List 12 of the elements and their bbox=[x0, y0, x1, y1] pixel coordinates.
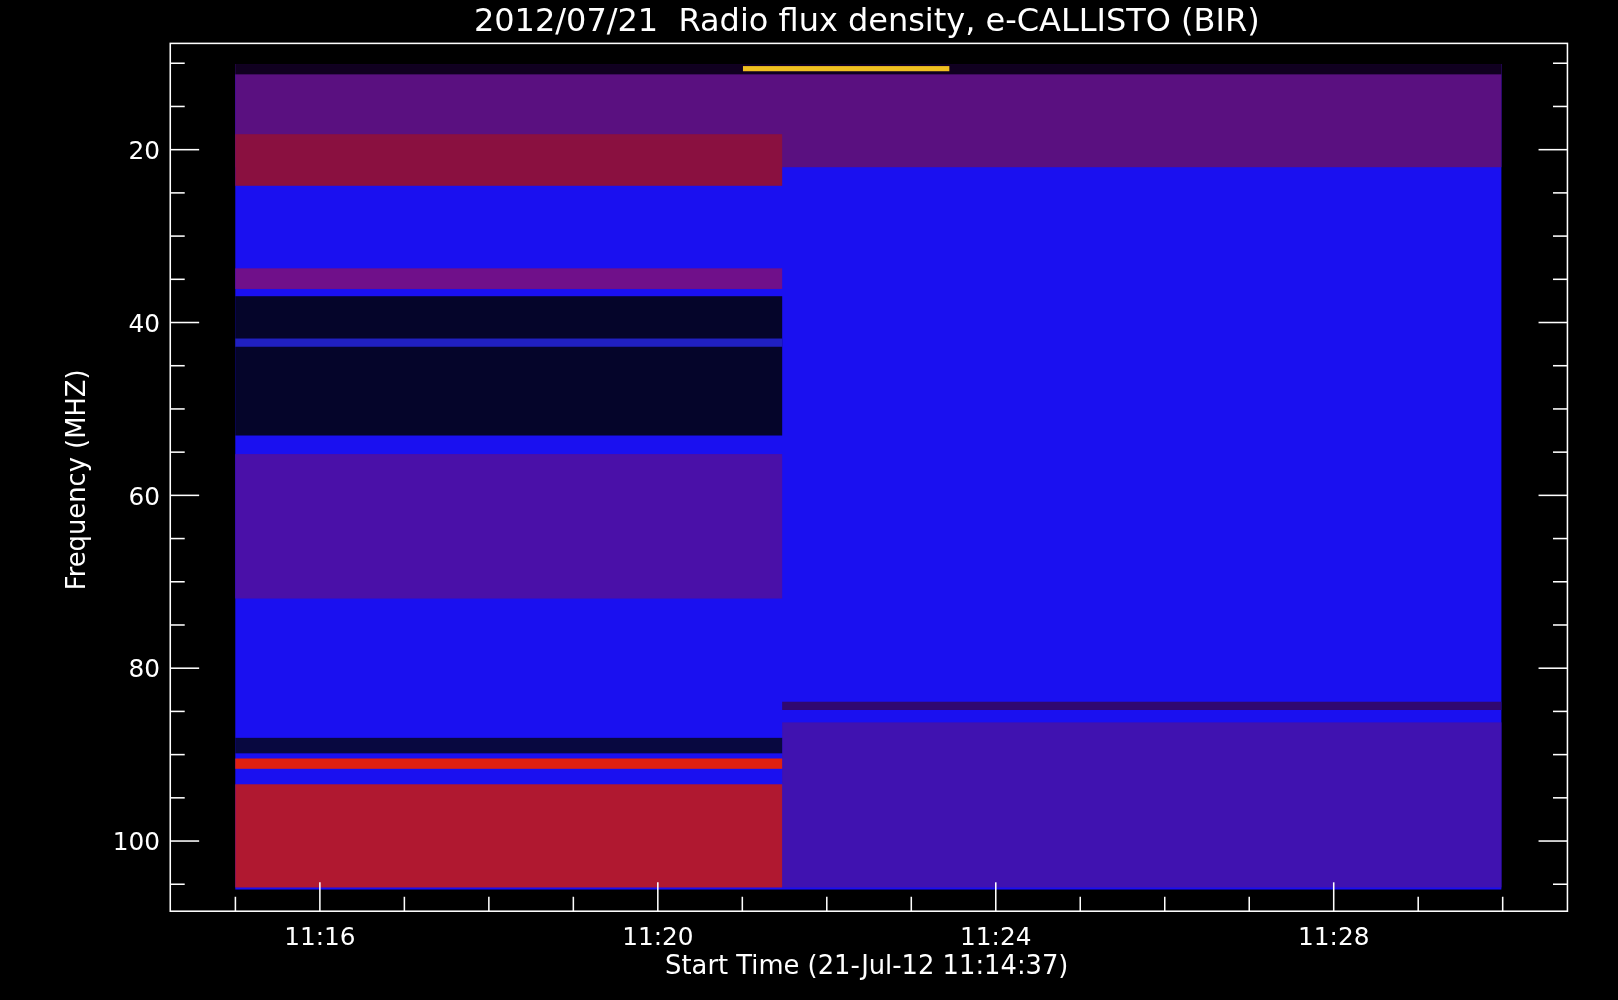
tick-label: 100 bbox=[112, 827, 160, 857]
tick-label: 11:28 bbox=[1298, 922, 1370, 952]
tick-label: 40 bbox=[128, 308, 160, 338]
tick-label: 60 bbox=[128, 481, 160, 511]
chart-title: 2012/07/21 Radio flux density, e-CALLISTO (BIR) bbox=[473, 1, 1260, 39]
tick-label: 20 bbox=[128, 135, 160, 165]
tick-label: 11:20 bbox=[622, 922, 694, 952]
tick-label: 80 bbox=[128, 654, 160, 684]
tick-label: 11:16 bbox=[284, 922, 356, 952]
tick-label: 11:24 bbox=[960, 922, 1032, 952]
axis-title: Frequency (MHZ) bbox=[60, 369, 91, 591]
axis-title: Start Time (21-Jul-12 11:14:37) bbox=[665, 950, 1069, 981]
